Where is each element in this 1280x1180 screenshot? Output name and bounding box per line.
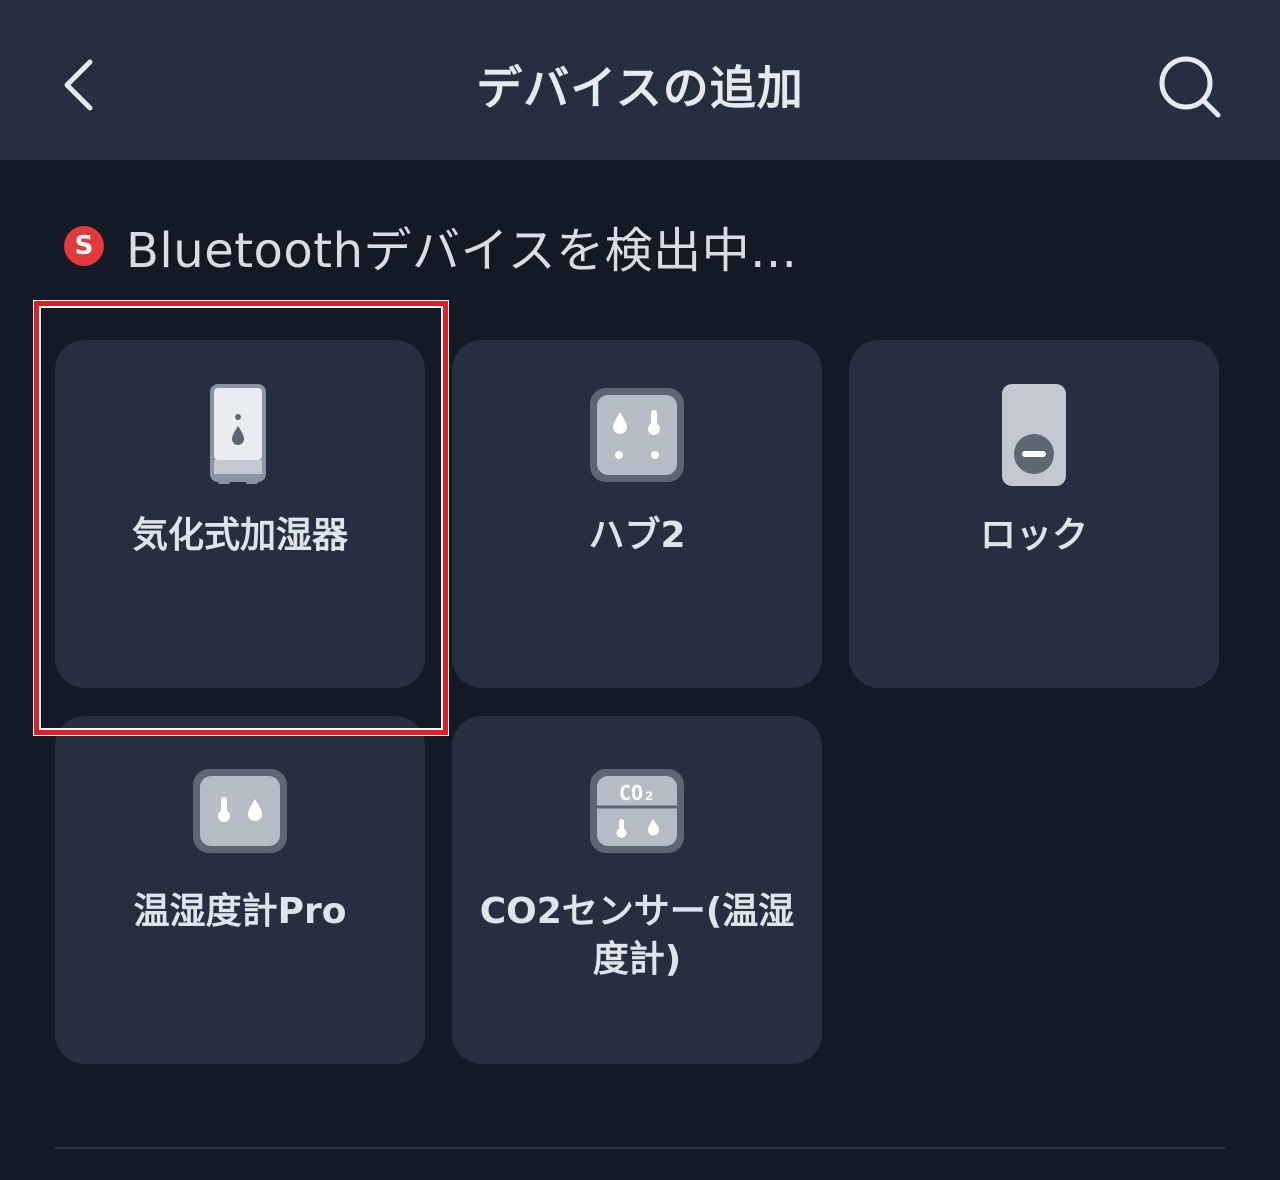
device-label: ハブ2 (588, 515, 686, 556)
thermo-hygrometer-icon (55, 756, 425, 866)
search-button[interactable] (1150, 52, 1230, 122)
co2-sensor-icon: CO₂ (452, 756, 822, 866)
device-card-co2-sensor[interactable]: CO₂ CO2センサー(温湿度計) (452, 716, 822, 1064)
hub-icon (452, 380, 822, 490)
top-bar: デバイスの追加 (0, 0, 1280, 160)
search-icon (1159, 56, 1221, 118)
scan-status: S Bluetoothデバイスを検出中... (64, 214, 798, 279)
device-label: 気化式加湿器 (131, 515, 348, 556)
device-card-lock[interactable]: ロック (849, 340, 1219, 688)
device-label: 温湿度計Pro (133, 891, 347, 932)
device-card-thermo-hygrometer-pro[interactable]: 温湿度計Pro (55, 716, 425, 1064)
device-card-humidifier[interactable]: 気化式加湿器 (55, 340, 425, 688)
device-label: CO2センサー(温湿度計) (479, 891, 795, 980)
device-label: ロック (979, 515, 1088, 556)
lock-icon (849, 380, 1219, 490)
page-title: デバイスの追加 (476, 61, 804, 115)
scan-badge-letter: S (74, 231, 94, 261)
scan-status-text: Bluetoothデバイスを検出中... (126, 223, 798, 279)
humidifier-icon (55, 380, 425, 490)
device-card-hub[interactable]: ハブ2 (452, 340, 822, 688)
bottom-divider (55, 1147, 1225, 1149)
scan-badge-icon: S (64, 226, 104, 266)
co2-icon-text: CO₂ (619, 781, 655, 805)
